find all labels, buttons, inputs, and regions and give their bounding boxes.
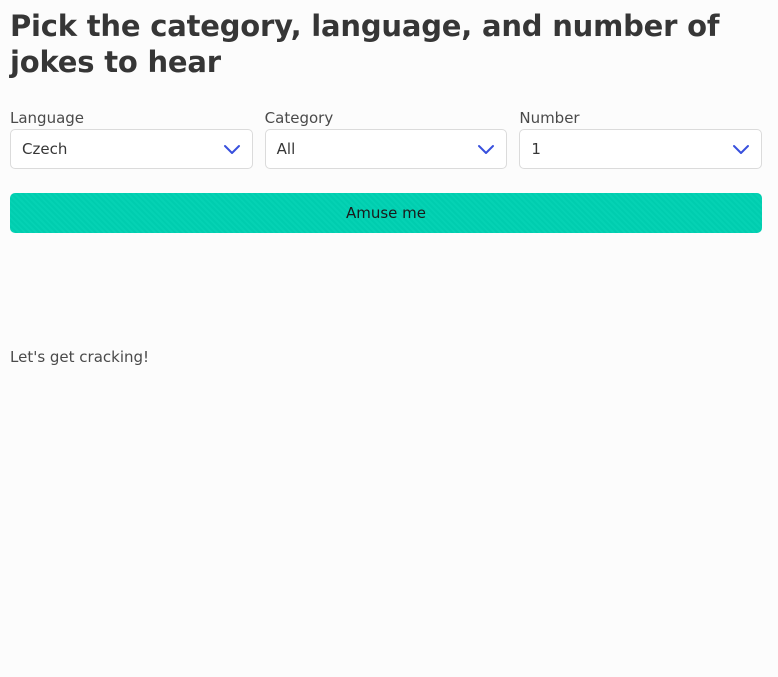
category-select[interactable]: All [264,129,508,169]
category-label: Category [264,109,334,127]
page-title: Pick the category, language, and number … [10,9,720,79]
language-field: Language Czech [10,108,253,169]
joke-options-form: Language Czech Category All Number 1 [10,108,763,169]
chevron-down-icon [223,143,241,155]
language-selected-value: Czech [22,140,68,158]
status-text: Let's get cracking! [10,348,150,366]
chevron-down-icon [732,143,750,155]
number-selected-value: 1 [531,140,541,158]
language-select[interactable]: Czech [10,129,253,169]
category-field: Category All [264,108,508,169]
number-label: Number [519,109,580,127]
amuse-me-button[interactable]: Amuse me [10,193,762,233]
page: Pick the category, language, and number … [0,0,778,677]
number-field: Number 1 [519,108,763,169]
chevron-down-icon [477,143,495,155]
category-selected-value: All [276,140,296,158]
number-select[interactable]: 1 [519,129,763,169]
language-label: Language [10,109,85,127]
